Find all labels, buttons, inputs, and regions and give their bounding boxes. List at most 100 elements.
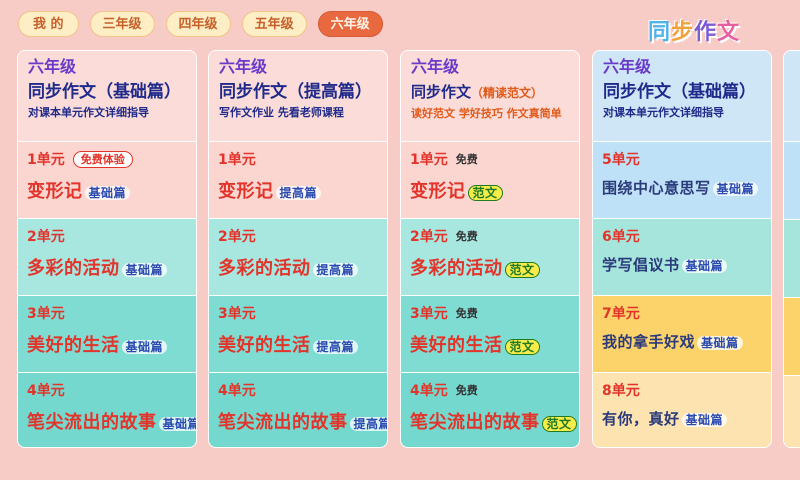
course-card-basic[interactable]: 六年级 同步作文（基础篇） 对课本单元作文详细指导 1单元 免费体验 变形记 基础篇…: [17, 50, 197, 448]
edition-tag: 基础篇: [121, 263, 168, 277]
unit-row[interactable]: 3单元 美好的生活 提高篇: [209, 295, 387, 372]
free-badge: 免费: [455, 384, 478, 397]
unit-row[interactable]: 2单元 多彩的活动 提高篇: [209, 218, 387, 295]
unit-number: 1单元: [218, 152, 256, 168]
edition-tag: 提高篇: [275, 186, 322, 200]
unit-row[interactable]: 7单元 我的拿手好戏 基础篇: [593, 295, 771, 372]
card-book-title: 同步作文（基础篇）: [603, 80, 771, 104]
unit-title-text: 有你，真好: [602, 410, 680, 428]
unit-title-text: 美好的生活: [410, 335, 503, 356]
unit-title-text: 变形记: [218, 181, 274, 202]
unit-title-text: 变形记: [410, 181, 466, 202]
unit-number: 6单元: [602, 229, 640, 245]
unit-title-text: 多彩的活动: [27, 258, 120, 279]
unit-number: 3单元: [218, 306, 256, 322]
edition-tag: 提高篇: [312, 340, 359, 354]
card-header: 六年级 同步作文（提高篇） 写作文作业 先看老师课程: [209, 51, 387, 141]
unit-title: 变形记 提高篇: [218, 177, 387, 203]
unit-title: 多彩的活动 范文: [410, 254, 579, 280]
unit-title-text: 美好的生活: [27, 335, 120, 356]
free-badge: 免费: [455, 307, 478, 320]
tab-grade-4[interactable]: 四年级: [165, 11, 231, 37]
unit-row[interactable]: 2单元 多彩的活动 基础篇: [18, 218, 196, 295]
unit-title: 变形记 基础篇: [27, 177, 196, 203]
unit-row[interactable]: 4单元 免费 笔尖流出的故事 范文: [401, 372, 579, 447]
peek-row: [784, 219, 800, 297]
unit-number: 2单元: [410, 229, 448, 245]
peek-row: [784, 297, 800, 375]
unit-row[interactable]: 1单元 变形记 提高篇: [209, 141, 387, 218]
course-card-model-essays[interactable]: 六年级 同步作文（精读范文） 读好范文 学好技巧 作文真简单 1单元 免费 变形记…: [400, 50, 580, 448]
tab-grade-3[interactable]: 三年级: [89, 11, 155, 37]
book-name: 同步作文: [603, 82, 671, 102]
unit-number: 8单元: [602, 383, 640, 399]
unit-row[interactable]: 2单元 免费 多彩的活动 范文: [401, 218, 579, 295]
edition-tag: 范文: [504, 262, 540, 278]
unit-number: 5单元: [602, 152, 640, 168]
unit-row[interactable]: 3单元 免费 美好的生活 范文: [401, 295, 579, 372]
next-course-card-peek[interactable]: [783, 50, 800, 448]
book-edition: （基础篇）: [671, 82, 756, 102]
card-grade: 六年级: [28, 57, 77, 76]
unit-row[interactable]: 8单元 有你，真好 基础篇: [593, 372, 771, 447]
edition-tag: 范文: [541, 416, 577, 432]
unit-title-text: 学写倡议书: [602, 256, 680, 274]
course-card-basic-2[interactable]: 六年级 同步作文（基础篇） 对课本单元作文详细指导 5单元 围绕中心意思写 基础篇…: [592, 50, 772, 448]
unit-title: 美好的生活 基础篇: [27, 331, 196, 357]
unit-title-text: 笔尖流出的故事: [410, 412, 540, 433]
unit-title: 多彩的活动 基础篇: [27, 254, 196, 280]
book-name: 同步作文: [219, 82, 287, 102]
edition-tag: 基础篇: [84, 186, 131, 200]
card-header: 六年级 同步作文（基础篇） 对课本单元作文详细指导: [593, 51, 771, 141]
edition-tag: 基础篇: [697, 336, 743, 350]
unit-number: 4单元: [218, 383, 256, 399]
unit-title: 笔尖流出的故事 提高篇: [218, 408, 387, 434]
unit-title: 我的拿手好戏 基础篇: [602, 331, 771, 352]
unit-number: 3单元: [27, 306, 65, 322]
edition-tag: 基础篇: [121, 340, 168, 354]
edition-tag: 范文: [504, 339, 540, 355]
tab-grade-5[interactable]: 五年级: [241, 11, 307, 37]
peek-row: [784, 375, 800, 447]
unit-row[interactable]: 3单元 美好的生活 基础篇: [18, 295, 196, 372]
card-header: 六年级 同步作文（精读范文） 读好范文 学好技巧 作文真简单: [401, 51, 579, 141]
app-logo: 同步作文: [648, 14, 740, 46]
card-book-title: 同步作文（提高篇）: [219, 80, 387, 104]
card-grade: 六年级: [219, 57, 268, 76]
unit-title-text: 多彩的活动: [218, 258, 311, 279]
unit-row[interactable]: 1单元 免费 变形记 范文: [401, 141, 579, 218]
unit-title: 围绕中心意思写 基础篇: [602, 177, 771, 198]
unit-number: 4单元: [410, 383, 448, 399]
logo-char: 文: [717, 20, 741, 45]
unit-row[interactable]: 6单元 学写倡议书 基础篇: [593, 218, 771, 295]
unit-row[interactable]: 5单元 围绕中心意思写 基础篇: [593, 141, 771, 218]
edition-tag: 提高篇: [349, 417, 387, 431]
edition-tag: 基础篇: [681, 259, 728, 273]
card-subtitle: 对课本单元作文详细指导: [28, 106, 149, 119]
unit-number: 2单元: [218, 229, 256, 245]
book-name: 同步作文: [28, 82, 96, 102]
unit-title: 笔尖流出的故事 范文: [410, 408, 579, 434]
book-edition: （精读范文）: [471, 86, 544, 100]
tab-grade-6[interactable]: 六年级: [317, 11, 383, 37]
grade-tabs: 我 的 三年级 四年级 五年级 六年级: [18, 11, 394, 37]
logo-char: 步: [671, 20, 695, 45]
unit-row[interactable]: 4单元 笔尖流出的故事 基础篇: [18, 372, 196, 447]
unit-title-text: 我的拿手好戏: [602, 333, 696, 351]
unit-row[interactable]: 4单元 笔尖流出的故事 提高篇: [209, 372, 387, 447]
unit-title-text: 笔尖流出的故事: [27, 412, 157, 433]
unit-row[interactable]: 1单元 免费体验 变形记 基础篇: [18, 141, 196, 218]
unit-title-text: 多彩的活动: [410, 258, 503, 279]
edition-tag: 提高篇: [312, 263, 359, 277]
unit-title: 笔尖流出的故事 基础篇: [27, 408, 196, 434]
unit-title: 有你，真好 基础篇: [602, 408, 771, 429]
course-card-advanced[interactable]: 六年级 同步作文（提高篇） 写作文作业 先看老师课程 1单元 变形记 提高篇 2单…: [208, 50, 388, 448]
book-edition: （基础篇）: [96, 82, 181, 102]
peek-row: [784, 141, 800, 219]
unit-number: 1单元: [27, 152, 65, 168]
unit-title-text: 美好的生活: [218, 335, 311, 356]
free-trial-badge: 免费体验: [72, 151, 133, 168]
edition-tag: 基础篇: [712, 182, 759, 196]
unit-number: 1单元: [410, 152, 448, 168]
tab-mine[interactable]: 我 的: [18, 11, 79, 37]
